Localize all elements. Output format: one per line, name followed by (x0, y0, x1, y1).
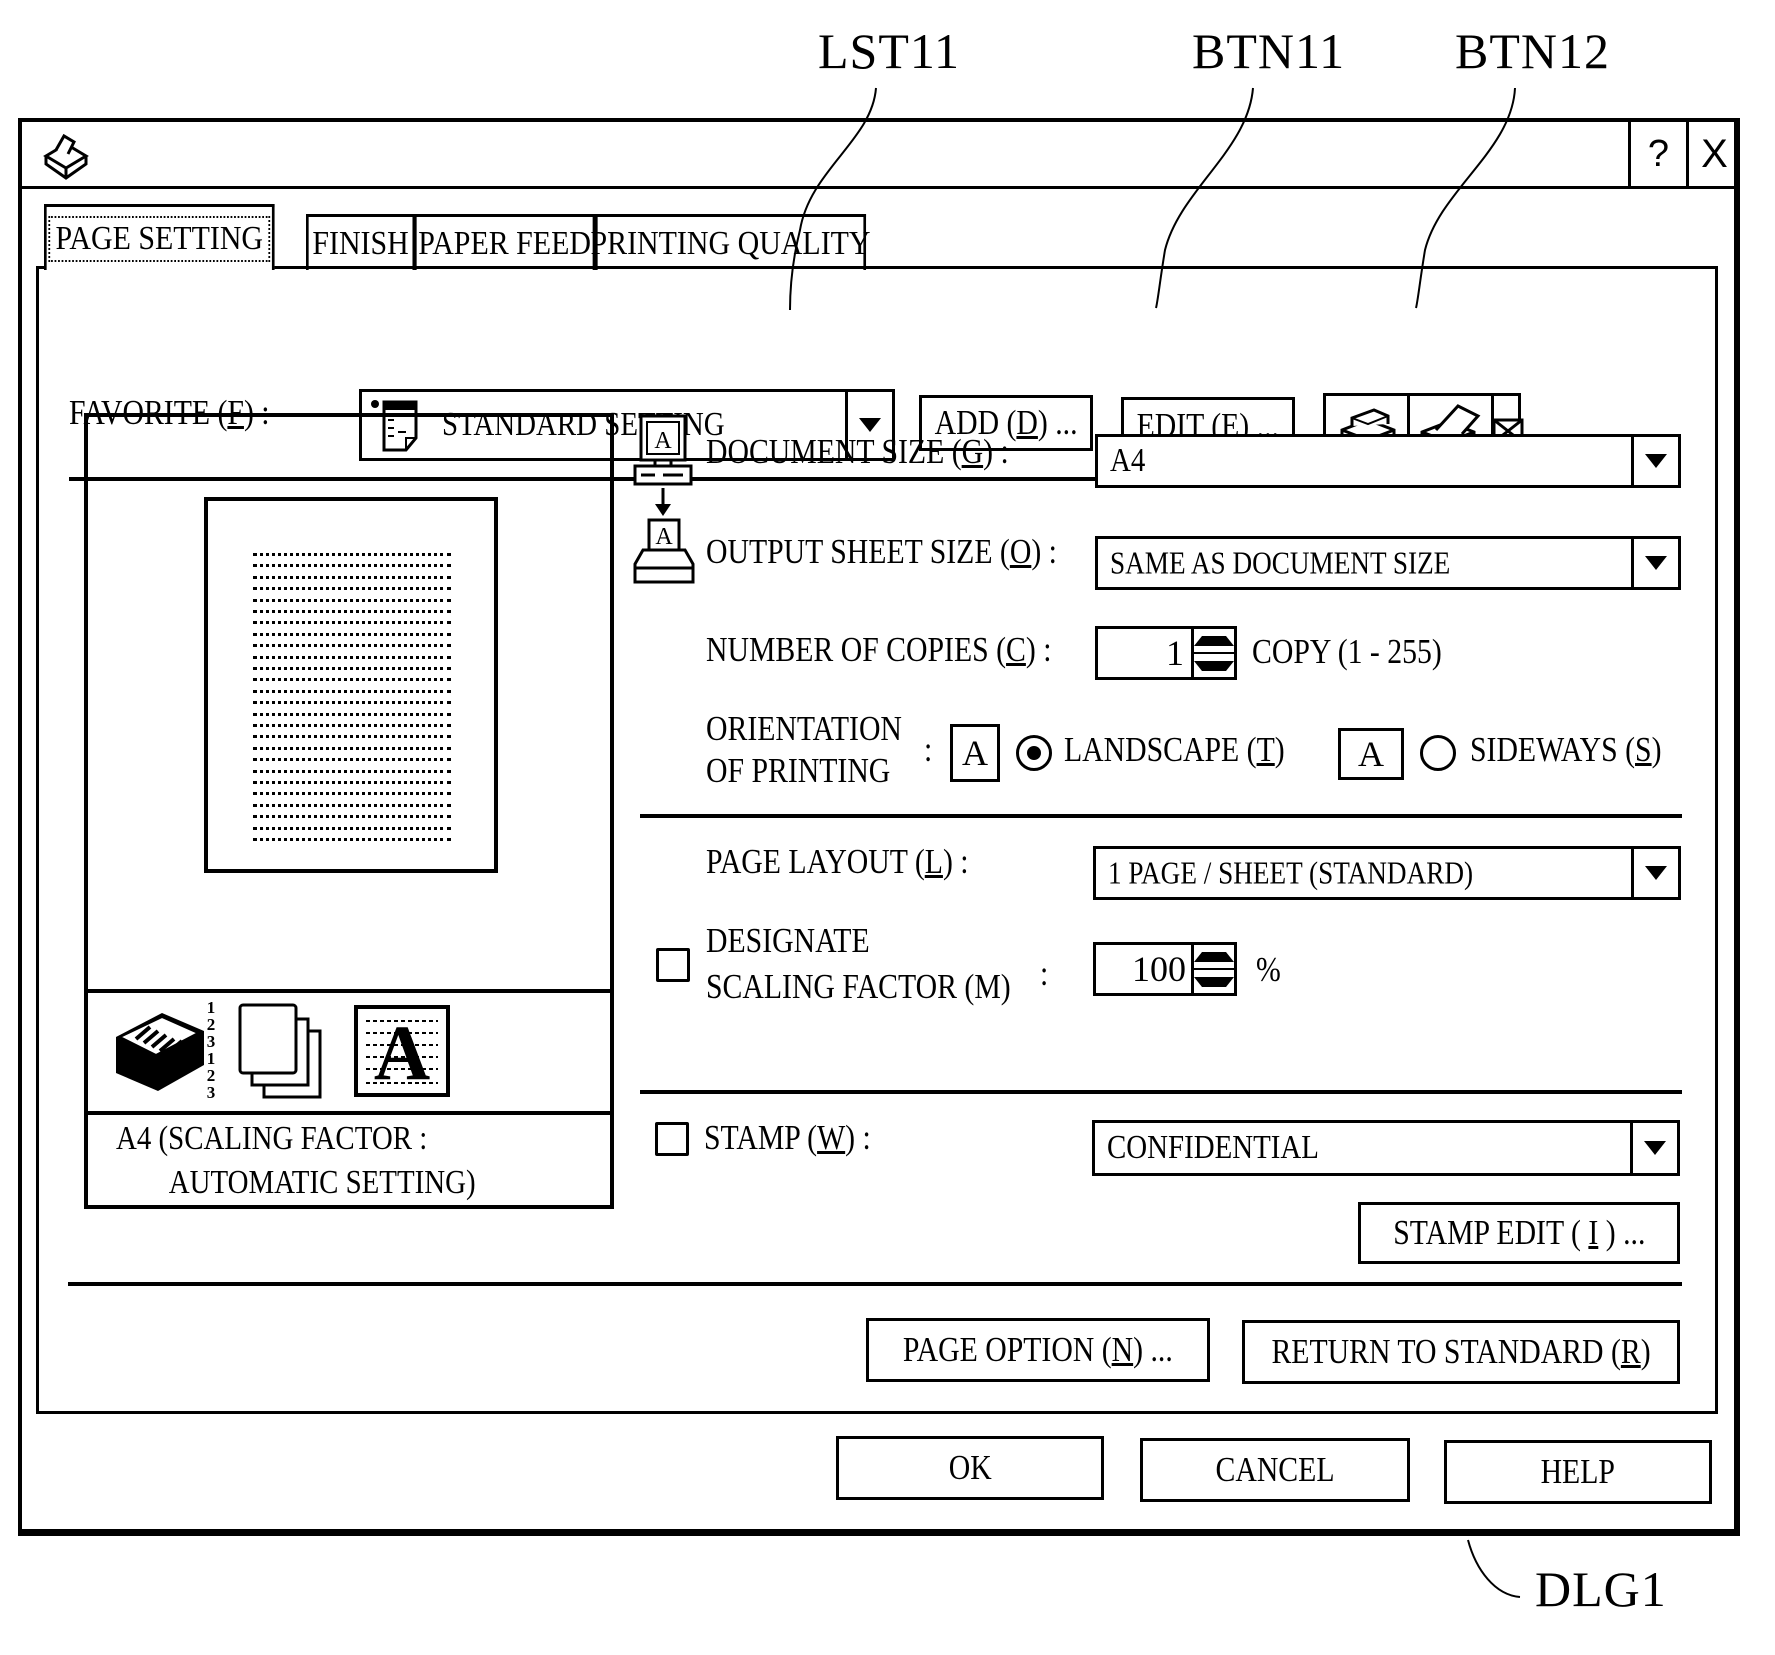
scaling-factor-label: DESIGNATE SCALING FACTOR (M) (706, 921, 1011, 1006)
preview-text-line (253, 826, 451, 830)
stamp-edit-button[interactable]: STAMP EDIT ( I ) ... (1358, 1202, 1680, 1264)
text-a-icon: A (354, 1005, 450, 1097)
divider (68, 1282, 1682, 1286)
preview-text-line (253, 781, 451, 784)
stamp-dropdown[interactable]: CONFIDENTIAL (1092, 1120, 1680, 1176)
portrait-page-icon: A (950, 724, 1000, 782)
orientation-colon: : (924, 730, 933, 769)
leader-line-dlg1 (1467, 1539, 1521, 1598)
document-size-dropdown[interactable]: A4 (1095, 434, 1681, 488)
chevron-down-icon[interactable] (1631, 437, 1678, 485)
document-to-output-icon: A A (633, 414, 695, 584)
sideways-radio[interactable] (1420, 735, 1456, 771)
orientation-label: ORIENTATION OF PRINTING (706, 709, 902, 790)
preview-text-line (253, 758, 451, 762)
ref-label-btn11: BTN11 (1192, 23, 1346, 79)
landscape-radio[interactable] (1016, 735, 1052, 771)
increment-icon[interactable] (1194, 945, 1234, 968)
tab-printing-quality[interactable]: PRINTING QUALITY (590, 214, 871, 270)
stamp-checkbox[interactable] (655, 1122, 689, 1156)
preview-text-line (253, 553, 451, 556)
chevron-down-icon[interactable] (1631, 539, 1678, 587)
tab-finish[interactable]: FINISH (306, 214, 416, 270)
svg-text:A: A (374, 1009, 430, 1093)
collate-order-numbers: 123123 (206, 998, 216, 1102)
decrement-icon[interactable] (1194, 968, 1234, 993)
preview-text-line (253, 815, 451, 819)
printer-icon (43, 133, 89, 180)
preview-sheet (204, 497, 498, 873)
return-to-standard-button[interactable]: RETURN TO STANDARD (R) (1242, 1320, 1680, 1384)
preview-caption: A4 (SCALING FACTOR : AUTOMATIC SETTING) (116, 1120, 476, 1201)
preview-text-line (253, 803, 451, 807)
preview-text-line (253, 769, 451, 773)
tab-page-setting[interactable]: PAGE SETTING (44, 204, 275, 270)
divider (640, 1090, 1682, 1094)
scaling-factor-stepper[interactable]: 100 (1093, 942, 1237, 996)
preview-text-line (253, 598, 451, 602)
page-layout-dropdown[interactable]: 1 PAGE / SHEET (STANDARD) (1093, 846, 1681, 900)
copies-label: NUMBER OF COPIES (C) : (706, 630, 1052, 669)
page-option-button[interactable]: PAGE OPTION (N) ... (866, 1318, 1210, 1382)
chevron-down-icon[interactable] (1630, 1123, 1677, 1173)
svg-text:A: A (654, 428, 672, 454)
preview-text-line (253, 610, 451, 613)
preview-text-line (253, 689, 451, 693)
copies-range-label: COPY (1 - 255) (1252, 632, 1442, 671)
decrement-icon[interactable] (1194, 652, 1234, 677)
preview-text-line (253, 838, 451, 841)
page-preview-panel: 123123 A A4 (SCALING FACTOR : AUTOMATIC … (84, 413, 614, 1209)
stamp-label: STAMP (W) : (704, 1118, 871, 1157)
cancel-button[interactable]: CANCEL (1140, 1438, 1410, 1502)
help-title-button[interactable]: ? (1628, 122, 1686, 186)
output-sheet-size-dropdown[interactable]: SAME AS DOCUMENT SIZE (1095, 536, 1681, 590)
scaling-colon: : (1040, 954, 1049, 993)
collated-stack-icon (116, 1013, 204, 1091)
ref-label-btn12: BTN12 (1455, 23, 1610, 79)
divider (640, 814, 1682, 818)
preview-text-line (253, 575, 451, 579)
landscape-label[interactable]: LANDSCAPE (T) (1064, 730, 1285, 770)
close-icon: X (1701, 131, 1728, 176)
preview-text-line (253, 632, 451, 636)
designate-scaling-checkbox[interactable] (656, 948, 690, 982)
preview-text-line (253, 701, 451, 705)
percent-label: % (1256, 950, 1281, 989)
increment-icon[interactable] (1194, 629, 1234, 652)
preview-text-line (253, 564, 451, 568)
sideways-label[interactable]: SIDEWAYS (S) (1470, 730, 1661, 770)
output-sheet-size-label: OUTPUT SHEET SIZE (O) : (706, 532, 1057, 571)
help-button[interactable]: HELP (1444, 1440, 1712, 1504)
help-icon: ? (1647, 132, 1670, 175)
preview-text-line (253, 667, 451, 670)
title-bar: ? X (22, 122, 1734, 189)
multiple-pages-icon (238, 1003, 322, 1099)
ref-label-dlg1: DLG1 (1535, 1561, 1667, 1617)
preview-text-line (253, 792, 451, 796)
preview-text-line (253, 712, 451, 716)
preview-text-line (253, 655, 451, 659)
preview-text-line (253, 735, 451, 739)
document-size-label: DOCUMENT SIZE (G) : (706, 432, 1009, 471)
ref-label-lst11: LST11 (818, 23, 961, 79)
preview-text-line (253, 644, 451, 648)
preview-text-line (253, 587, 451, 591)
copies-stepper[interactable]: 1 (1095, 626, 1237, 680)
preview-icon-strip: 123123 A (88, 989, 610, 1115)
tab-paper-feed[interactable]: PAPER FEED (414, 214, 596, 270)
chevron-down-icon[interactable] (1631, 849, 1678, 897)
preview-text-line (253, 746, 451, 750)
preview-text-line (253, 621, 451, 625)
close-button[interactable]: X (1686, 122, 1740, 186)
sideways-page-icon: A (1338, 728, 1404, 780)
preview-text-line (253, 724, 451, 727)
svg-text:A: A (655, 524, 673, 550)
ok-button[interactable]: OK (836, 1436, 1104, 1500)
page-layout-label: PAGE LAYOUT (L) : (706, 842, 969, 881)
preview-text-line (253, 678, 451, 682)
